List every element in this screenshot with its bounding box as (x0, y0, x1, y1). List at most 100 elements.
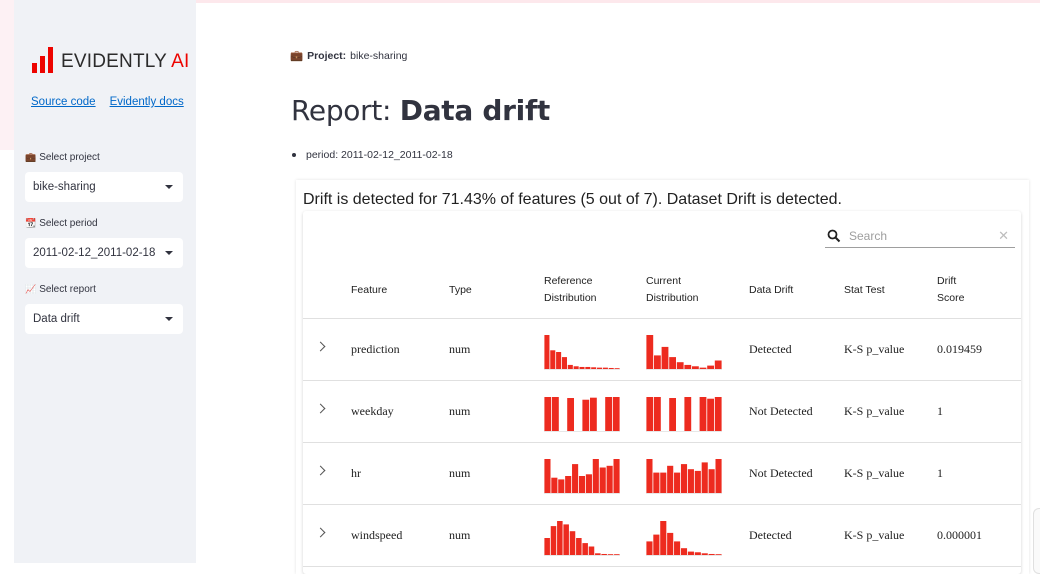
table-row[interactable]: hr num Not Detected K-S p_value 1 (303, 443, 1021, 505)
histogram-bar (592, 459, 599, 493)
histogram-bar (667, 532, 674, 555)
histogram-bar (552, 397, 559, 431)
header-feature[interactable]: Feature (351, 282, 387, 299)
scroll-handle[interactable] (1033, 508, 1040, 574)
histogram-bar (556, 352, 562, 369)
header-current-distribution[interactable]: Current Distribution (646, 273, 699, 307)
drift-score-cell: 0.019459 (937, 342, 982, 356)
histogram-bar (680, 464, 688, 493)
period-select-value: 2011-02-12_2011-02-18 (33, 247, 156, 259)
stat-test-cell: K-S p_value (844, 342, 905, 356)
histogram-bar (569, 531, 576, 555)
evidently-docs-link[interactable]: Evidently docs (110, 96, 184, 108)
histogram-bar (714, 397, 722, 431)
histogram-bar (646, 335, 654, 369)
histogram-bar (613, 459, 620, 493)
histogram-bar (669, 398, 676, 431)
header-type[interactable]: Type (449, 282, 472, 299)
histogram-bar (654, 397, 661, 431)
histogram-bar (567, 398, 574, 431)
histogram-bar (595, 553, 601, 555)
header-data-drift[interactable]: Data Drift (749, 282, 793, 299)
chevron-down-icon (165, 317, 173, 321)
histogram-bar (573, 366, 579, 369)
reference-histogram (544, 521, 620, 556)
histogram-bar (708, 469, 715, 493)
chevron-down-icon (165, 251, 173, 255)
histogram-bar (701, 462, 708, 493)
sidebar: EVIDENTLY AI Source code Evidently docs … (0, 0, 196, 563)
histogram-bar (578, 476, 586, 493)
expand-chevron-icon[interactable] (315, 527, 326, 538)
type-cell: num (449, 528, 471, 542)
histogram-bar (544, 397, 552, 431)
table-row[interactable]: windspeed num Detected K-S p_value 0.000001 (303, 505, 1021, 567)
header-reference-distribution[interactable]: Reference Distribution (544, 273, 597, 307)
feature-cell: weekday (351, 404, 394, 418)
briefcase-icon: 💼 (25, 152, 37, 162)
histogram-bar (707, 365, 714, 369)
histogram-bar (563, 524, 569, 555)
report-select[interactable]: Data drift (25, 304, 183, 334)
drift-summary: Drift is detected for 71.43% of features… (303, 191, 842, 208)
histogram-bar (591, 367, 597, 369)
select-period-label: 📆 Select period (25, 218, 98, 229)
histogram-bar (687, 551, 694, 555)
expand-chevron-icon[interactable] (315, 403, 326, 414)
histogram-bar (605, 397, 612, 431)
histogram-bar (674, 472, 681, 493)
type-cell: num (449, 404, 471, 418)
histogram-bar (674, 541, 681, 555)
reference-histogram (544, 397, 620, 432)
histogram-bar (561, 357, 567, 369)
clear-icon[interactable]: ✕ (998, 228, 1009, 244)
logo-bars-icon (32, 47, 53, 73)
histogram-bar (646, 397, 654, 431)
expand-chevron-icon[interactable] (315, 465, 326, 476)
feature-cell: hr (351, 466, 361, 480)
table-row[interactable]: prediction num Detected K-S p_value 0.019459 (303, 319, 1021, 381)
stat-test-cell: K-S p_value (844, 404, 905, 418)
drift-score-cell: 0.000001 (937, 528, 982, 542)
histogram-bar (654, 355, 661, 369)
project-line: 💼 Project: bike-sharing (290, 49, 407, 63)
histogram-bar (676, 362, 684, 369)
current-histogram (646, 397, 722, 432)
table-header: Feature Type Reference Distribution Curr… (303, 263, 1021, 319)
drift-score-cell: 1 (937, 466, 943, 480)
histogram-bar (680, 548, 688, 555)
header-drift-score[interactable]: Drift Score (937, 273, 964, 307)
period-select[interactable]: 2011-02-12_2011-02-18 (25, 238, 183, 268)
histogram-bar (599, 467, 606, 493)
header-stat-test[interactable]: Stat Test (844, 282, 885, 299)
histogram-bar (597, 367, 603, 369)
histogram-bar (576, 538, 582, 555)
search-field[interactable]: Search ✕ (825, 224, 1015, 248)
histogram-bar (660, 521, 667, 555)
page-title: Report: Data drift (291, 94, 550, 127)
project-select[interactable]: bike-sharing (25, 172, 183, 202)
histogram-bar (614, 368, 620, 369)
histogram-bar (684, 397, 692, 431)
histogram-bar (601, 553, 607, 555)
search-input[interactable]: Search (849, 229, 998, 243)
evidently-logo: EVIDENTLY AI (32, 47, 189, 73)
histogram-bar (715, 554, 722, 555)
drift-table-card: Search ✕ Feature Type Reference Distribu… (303, 211, 1021, 574)
histogram-bar (684, 364, 692, 369)
expand-chevron-icon[interactable] (315, 341, 326, 352)
histogram-bar (582, 543, 588, 555)
table-row[interactable]: weekday num Not Detected K-S p_value 1 (303, 381, 1021, 443)
logo-suffix: AI (171, 51, 190, 72)
histogram-bar (694, 470, 701, 493)
histogram-bar (707, 398, 714, 431)
source-code-link[interactable]: Source code (31, 96, 96, 108)
sidebar-accent (0, 0, 14, 150)
briefcase-icon: 💼 (290, 50, 304, 62)
histogram-bar (567, 364, 573, 369)
histogram-bar (590, 397, 597, 431)
current-histogram (646, 335, 722, 370)
chart-icon: 📈 (25, 284, 37, 294)
histogram-bar (572, 464, 579, 493)
period-bullet: period: 2011-02-12_2011-02-18 (292, 149, 453, 161)
